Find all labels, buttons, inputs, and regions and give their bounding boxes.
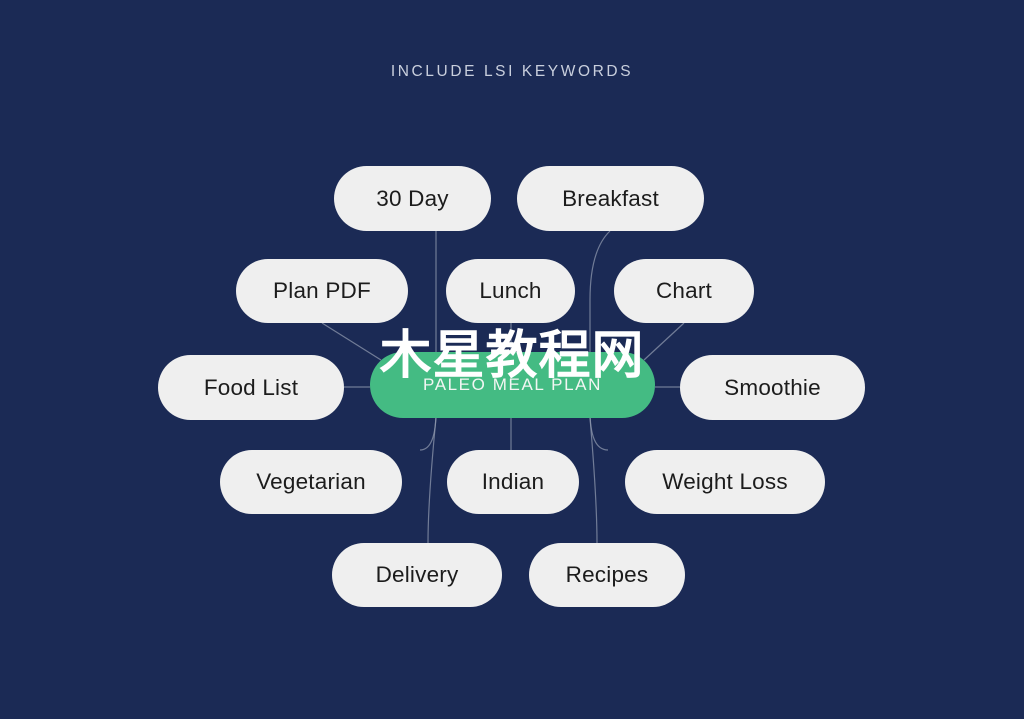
mindmap-node-label: Food List: [203, 374, 299, 400]
mindmap-node-label: 30 Day: [376, 185, 449, 211]
mindmap-node[interactable]: 30 Day: [334, 166, 491, 231]
connector-line: [589, 230, 611, 360]
mindmap-node-label: Vegetarian: [256, 469, 366, 494]
mindmap-node-label: Plan PDF: [273, 278, 371, 303]
mindmap-node[interactable]: Recipes: [529, 543, 685, 607]
mindmap-node[interactable]: Plan PDF: [236, 259, 408, 323]
mindmap-node[interactable]: Delivery: [332, 543, 502, 607]
center-node[interactable]: PALEO MEAL PLAN: [370, 352, 655, 418]
mindmap-node-label: Breakfast: [562, 185, 659, 211]
mindmap-node-label: Chart: [655, 278, 713, 303]
mindmap-node[interactable]: Lunch: [446, 259, 575, 323]
mindmap-node[interactable]: Vegetarian: [220, 450, 402, 514]
mindmap-canvas: INCLUDE LSI KEYWORDS 30 Day Breakfast Plan…: [0, 0, 1024, 719]
mindmap-node-label: Smoothie: [724, 374, 821, 400]
mindmap-node-label: Lunch: [479, 278, 542, 303]
connector-line: [321, 322, 382, 361]
mindmap-node[interactable]: Smoothie: [680, 355, 865, 420]
center-node-label: PALEO MEAL PLAN: [423, 375, 602, 394]
mindmap-node[interactable]: Chart: [614, 259, 754, 323]
mindmap-node-label: Weight Loss: [662, 469, 788, 494]
mindmap-node[interactable]: Food List: [158, 355, 344, 420]
mindmap-node[interactable]: Indian: [447, 450, 579, 514]
mindmap-node-label: Indian: [481, 469, 545, 494]
mindmap-node-label: Recipes: [565, 562, 649, 587]
mindmap-node-label: Delivery: [375, 562, 459, 587]
connector-line: [427, 417, 437, 544]
mindmap-node[interactable]: Breakfast: [517, 166, 704, 231]
mindmap-node[interactable]: Weight Loss: [625, 450, 825, 514]
connector-line: [643, 322, 685, 361]
